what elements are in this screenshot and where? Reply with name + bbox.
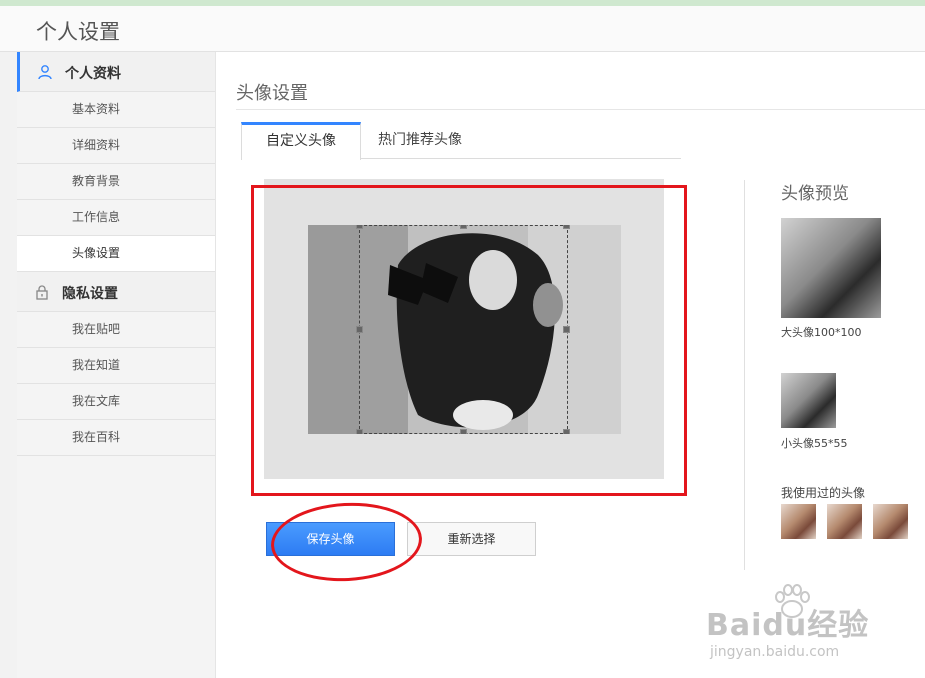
sidebar-item-education[interactable]: 教育背景 <box>17 164 215 200</box>
sidebar-group-privacy[interactable]: 隐私设置 <box>17 272 215 312</box>
page-header: 个人设置 <box>0 6 925 52</box>
sidebar-item-basic-info[interactable]: 基本资料 <box>17 92 215 128</box>
sidebar-item-zhidao[interactable]: 我在知道 <box>17 348 215 384</box>
sidebar-item-avatar-settings[interactable]: 头像设置 <box>17 236 215 272</box>
sidebar-group-profile[interactable]: 个人资料 <box>17 52 215 92</box>
watermark-main-text: Baidu经验 <box>706 608 870 643</box>
sidebar-item-baike[interactable]: 我在百科 <box>17 420 215 456</box>
user-icon <box>38 65 52 80</box>
section-title: 头像设置 <box>236 83 308 104</box>
used-avatar-1[interactable] <box>781 504 816 539</box>
preview-large-caption: 大头像100*100 <box>781 326 862 339</box>
page-title: 个人设置 <box>36 20 120 44</box>
sidebar-item-detailed-info[interactable]: 详细资料 <box>17 128 215 164</box>
sidebar-item-work-info[interactable]: 工作信息 <box>17 200 215 236</box>
annotation-ellipse <box>269 499 424 585</box>
preview-title: 头像预览 <box>781 184 849 204</box>
used-avatar-3[interactable] <box>873 504 908 539</box>
watermark-sub-text: jingyan.baidu.com <box>710 644 840 660</box>
preview-small-caption: 小头像55*55 <box>781 437 848 450</box>
sidebar-item-tieba[interactable]: 我在贴吧 <box>17 312 215 348</box>
avatar-preview-large <box>781 218 881 318</box>
used-avatar-2[interactable] <box>827 504 862 539</box>
left-gutter <box>0 52 17 678</box>
sidebar: 个人资料 基本资料 详细资料 教育背景 工作信息 头像设置 隐私设置 我在贴吧 … <box>17 52 216 678</box>
sidebar-item-wenku[interactable]: 我在文库 <box>17 384 215 420</box>
lock-icon <box>36 285 48 300</box>
baidu-jingyan-watermark: Baidu经验 jingyan.baidu.com <box>706 582 886 672</box>
tab-custom-avatar[interactable]: 自定义头像 <box>241 122 361 160</box>
page: 个人设置 个人资料 基本资料 详细资料 教育背景 工作信息 头像设置 隐私设置 … <box>0 6 925 678</box>
tab-bar: 自定义头像 热门推荐头像 <box>241 122 681 160</box>
divider <box>236 109 925 110</box>
sidebar-group-label: 隐私设置 <box>62 286 118 302</box>
used-avatars-title: 我使用过的头像 <box>781 486 866 500</box>
main-content: 头像设置 自定义头像 热门推荐头像 保存头像 重新选择 头像预览 大头像100*… <box>216 52 925 678</box>
tab-recommended-avatar[interactable]: 热门推荐头像 <box>361 122 479 159</box>
reselect-button[interactable]: 重新选择 <box>407 522 536 556</box>
sidebar-group-label: 个人资料 <box>65 66 121 82</box>
avatar-preview-small <box>781 373 836 428</box>
divider <box>744 180 745 570</box>
annotation-rectangle <box>251 185 687 496</box>
